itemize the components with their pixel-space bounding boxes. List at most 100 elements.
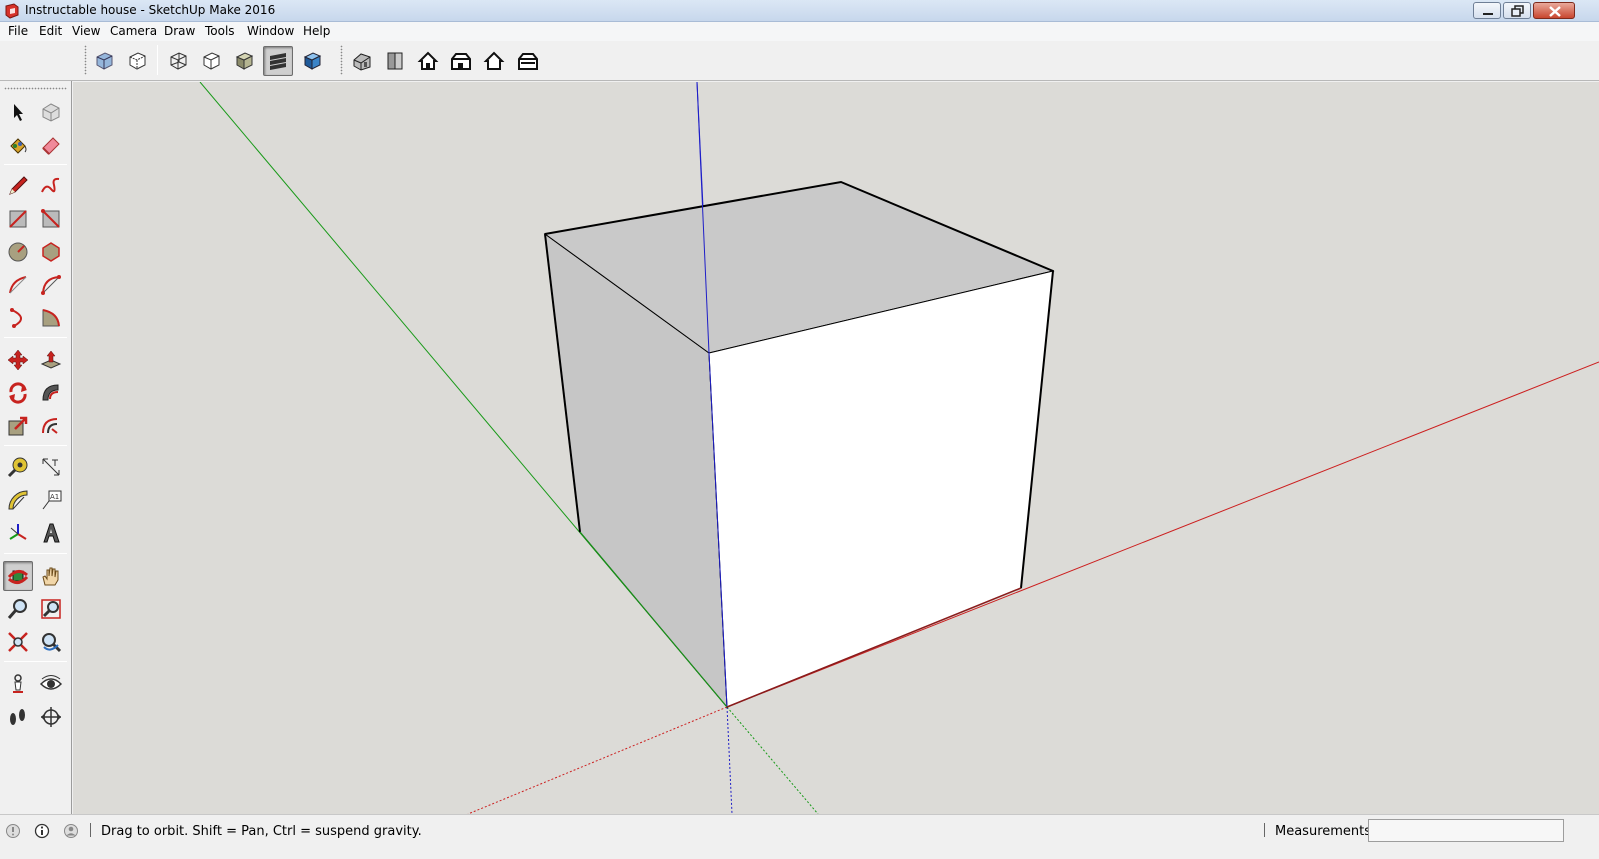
wireframe-style-button[interactable]: [163, 46, 193, 76]
left-view-button[interactable]: [513, 46, 543, 76]
palette-separator: [4, 164, 67, 165]
toolbar-grip[interactable]: [340, 45, 343, 75]
arc-tool[interactable]: [3, 270, 33, 300]
menu-window[interactable]: Window: [245, 24, 296, 38]
top-view-icon: [387, 52, 403, 70]
position-camera-tool[interactable]: [3, 669, 33, 699]
previous-view-tool[interactable]: [36, 627, 66, 657]
pie-tool[interactable]: [36, 303, 66, 333]
offset-tool[interactable]: [36, 411, 66, 441]
rotated-rectangle-tool[interactable]: [36, 204, 66, 234]
svg-text:A1: A1: [50, 493, 59, 501]
zoom-extents-tool[interactable]: [3, 627, 33, 657]
rotate-tool[interactable]: [3, 378, 33, 408]
rectangle-tool[interactable]: [3, 204, 33, 234]
iso-view-button[interactable]: [347, 46, 377, 76]
measurements-box[interactable]: [1368, 819, 1564, 842]
move-tool[interactable]: [3, 345, 33, 375]
protractor-icon: [8, 490, 28, 510]
polygon-icon: [42, 242, 60, 262]
eraser-tool[interactable]: [36, 130, 66, 160]
back-edges-style-button[interactable]: [122, 46, 152, 76]
restore-button[interactable]: [1503, 2, 1531, 19]
make-component-tool[interactable]: [36, 97, 66, 127]
rotate-icon: [9, 382, 27, 404]
menu-edit[interactable]: Edit: [37, 24, 64, 38]
status-separator: [90, 823, 91, 837]
toolbar-separator: [157, 45, 158, 75]
section-plane-tool[interactable]: [36, 702, 66, 732]
shaded-textures-icon: [270, 53, 286, 70]
orbit-icon: [7, 570, 29, 584]
scale-tool[interactable]: [3, 411, 33, 441]
look-around-tool[interactable]: [36, 669, 66, 699]
scale-icon: [8, 416, 28, 436]
follow-me-icon: [42, 384, 59, 401]
three-point-arc-icon: [10, 308, 22, 328]
wireframe-icon: [170, 52, 187, 70]
menu-draw[interactable]: Draw: [162, 24, 197, 38]
menu-tools[interactable]: Tools: [203, 24, 237, 38]
monochrome-icon: [303, 52, 322, 70]
circle-tool[interactable]: [3, 237, 33, 267]
pan-tool[interactable]: [36, 561, 66, 591]
menu-view[interactable]: View: [70, 24, 102, 38]
front-house-icon: [417, 51, 439, 70]
follow-me-tool[interactable]: [36, 378, 66, 408]
shaded-with-textures-style-button[interactable]: [263, 46, 293, 76]
green-axis-negative: [726, 706, 819, 814]
tape-measure-icon: [7, 457, 28, 478]
3d-text-icon: [43, 523, 60, 543]
right-view-button[interactable]: [446, 46, 476, 76]
3d-text-tool[interactable]: [36, 518, 66, 548]
three-point-arc-tool[interactable]: [3, 303, 33, 333]
palette-grip[interactable]: [4, 87, 67, 90]
pie-icon: [42, 309, 60, 327]
top-view-button[interactable]: [380, 46, 410, 76]
credits-info-icon[interactable]: [34, 823, 50, 839]
dimension-tool[interactable]: [36, 452, 66, 482]
line-tool[interactable]: [3, 171, 33, 201]
minimize-button[interactable]: [1473, 2, 1501, 19]
polygon-tool[interactable]: [36, 237, 66, 267]
palette-separator: [4, 553, 67, 554]
eraser-icon: [42, 137, 60, 155]
drawing-viewport[interactable]: [73, 82, 1599, 814]
user-account-icon[interactable]: [63, 823, 79, 839]
xray-style-button[interactable]: [89, 46, 119, 76]
monochrome-style-button[interactable]: [297, 46, 327, 76]
shaded-style-button[interactable]: [229, 46, 259, 76]
minimize-icon: [1483, 13, 1493, 15]
back-view-button[interactable]: [479, 46, 509, 76]
right-house-icon: [451, 53, 471, 70]
section-plane-icon: [41, 707, 61, 727]
front-view-button[interactable]: [413, 46, 443, 76]
menu-file[interactable]: File: [6, 24, 30, 38]
position-camera-icon: [13, 674, 23, 693]
close-button[interactable]: [1533, 2, 1575, 19]
freehand-tool[interactable]: [36, 171, 66, 201]
two-point-arc-icon: [41, 275, 61, 295]
text-tool[interactable]: A1: [36, 485, 66, 515]
zoom-window-icon: [41, 599, 61, 619]
zoom-tool[interactable]: [3, 594, 33, 624]
menu-camera[interactable]: Camera: [108, 24, 159, 38]
look-around-eye-icon: [40, 675, 62, 690]
zoom-extents-icon: [8, 632, 28, 652]
orbit-tool[interactable]: [3, 561, 33, 591]
walk-tool[interactable]: [3, 702, 33, 732]
geolocation-icon[interactable]: [5, 823, 21, 839]
hidden-line-style-button[interactable]: [196, 46, 226, 76]
dimension-icon: [42, 458, 60, 476]
two-point-arc-tool[interactable]: [36, 270, 66, 300]
axes-tool[interactable]: [3, 518, 33, 548]
toolbar-grip[interactable]: [84, 45, 87, 75]
push-pull-tool[interactable]: [36, 345, 66, 375]
select-tool[interactable]: [3, 97, 33, 127]
paint-bucket-tool[interactable]: [3, 130, 33, 160]
zoom-window-tool[interactable]: [36, 594, 66, 624]
tape-measure-tool[interactable]: [3, 452, 33, 482]
measurements-label: Measurements: [1275, 824, 1372, 839]
menu-help[interactable]: Help: [301, 24, 332, 38]
protractor-tool[interactable]: [3, 485, 33, 515]
